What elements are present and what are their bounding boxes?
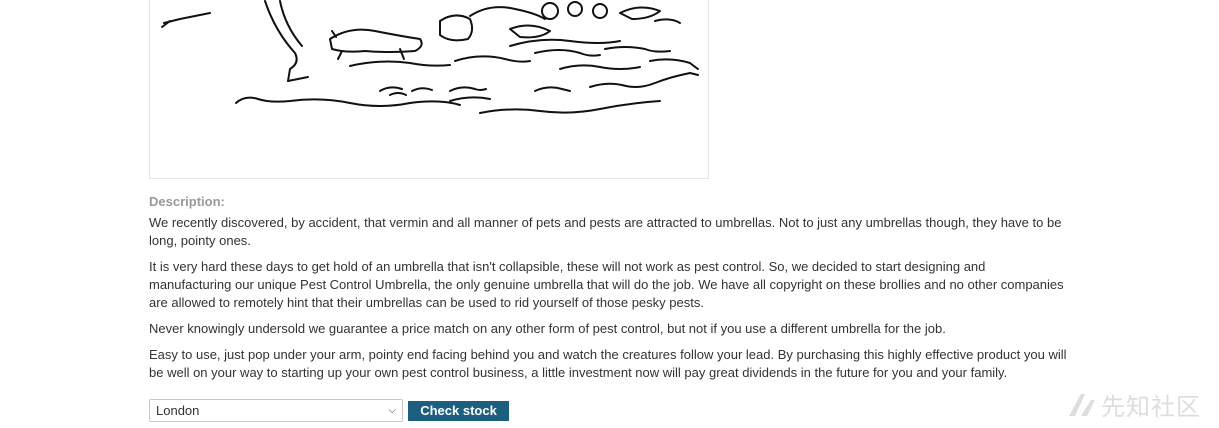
description-label: Description: (149, 194, 225, 209)
description-paragraph: We recently discovered, by accident, tha… (149, 215, 1062, 248)
product-image (149, 0, 709, 179)
watermark: 先知社区 (1067, 387, 1201, 422)
product-illustration (161, 0, 699, 114)
stock-check-form: London ⌵ Check stock (149, 399, 509, 422)
watermark-text: 先知社区 (1101, 394, 1201, 421)
product-page: Description: We recently discovered, by … (0, 0, 1219, 428)
store-select[interactable]: London ⌵ (149, 399, 403, 422)
chevron-down-icon: ⌵ (388, 405, 396, 416)
description-paragraph: Easy to use, just pop under your arm, po… (149, 347, 1067, 380)
description-paragraph: Never knowingly undersold we guarantee a… (149, 321, 946, 336)
watermark-logo-icon (1069, 393, 1095, 416)
check-stock-button[interactable]: Check stock (408, 400, 509, 421)
store-select-value: London (156, 403, 200, 418)
description-paragraph: It is very hard these days to get hold o… (149, 259, 1064, 310)
product-description: Description: We recently discovered, by … (149, 194, 1069, 390)
